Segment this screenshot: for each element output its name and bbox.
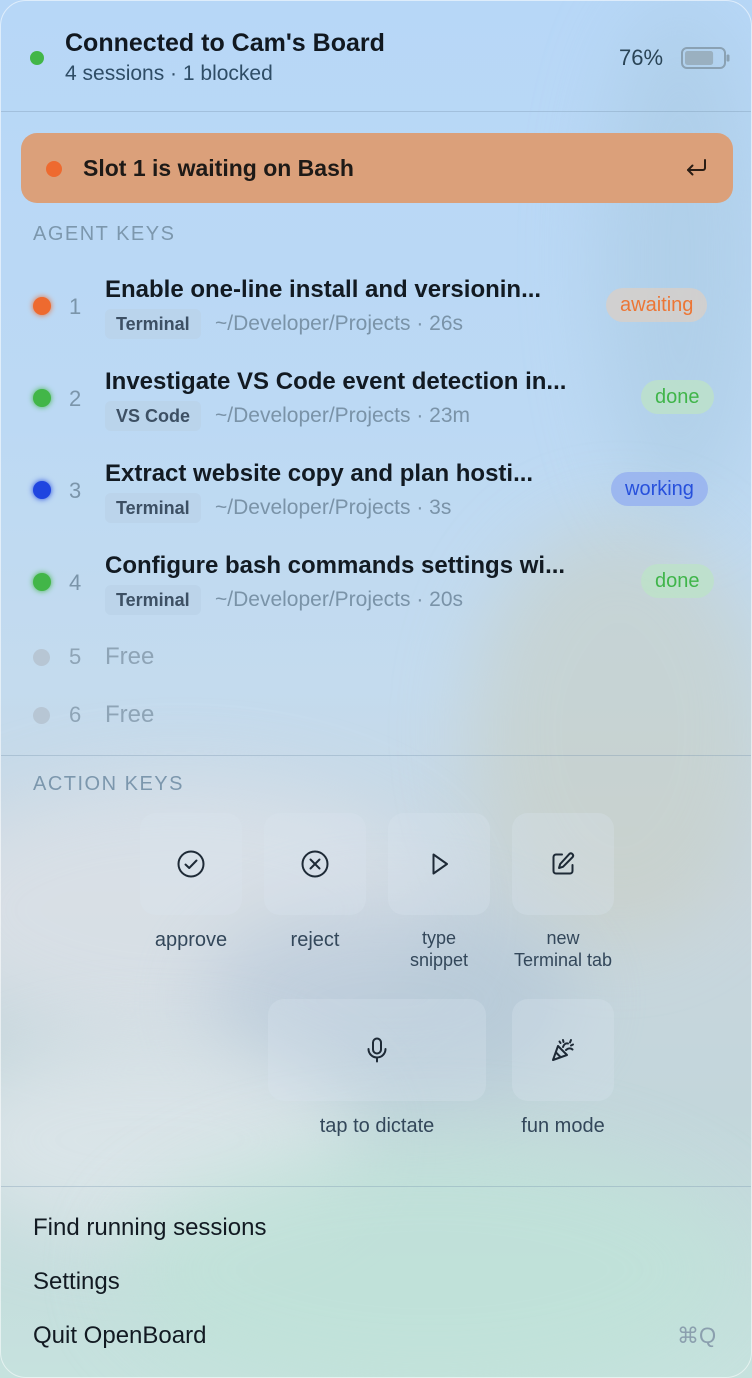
alert-text: Slot 1 is waiting on Bash	[83, 155, 354, 181]
slot-number: 3	[69, 478, 82, 503]
settings-menu-item[interactable]: Settings	[33, 1268, 120, 1296]
blocked-session-alert[interactable]: Slot 1 is waiting on Bash	[21, 133, 733, 203]
connection-status-dot	[30, 51, 44, 65]
agent-slot-1[interactable]: 1 Enable one-line install and versionin.…	[1, 276, 751, 364]
agent-slot-5[interactable]: 5 Free	[1, 643, 751, 673]
status-badge: done	[641, 564, 714, 598]
agent-slot-2[interactable]: 2 Investigate VS Code event detection in…	[1, 368, 751, 456]
session-title: Enable one-line install and versionin...	[105, 276, 542, 303]
agent-keys-divider	[1, 755, 751, 756]
slot-number: 4	[69, 570, 82, 595]
slot-number: 1	[69, 294, 82, 319]
return-icon	[687, 159, 706, 176]
x-circle-icon	[301, 850, 329, 878]
slot-status-dot	[33, 389, 51, 407]
tap-to-dictate-button[interactable]	[268, 999, 486, 1101]
play-icon	[432, 853, 448, 875]
agent-slot-6[interactable]: 6 Free	[1, 701, 751, 731]
header-divider	[1, 111, 751, 112]
session-title: Investigate VS Code event detection in..…	[105, 368, 567, 395]
slot-number: 6	[69, 702, 82, 727]
status-badge: awaiting	[606, 288, 708, 322]
microphone-icon	[367, 1037, 387, 1063]
slot-number: 2	[69, 386, 82, 411]
session-meta: ~/Developer/Projects · 26s	[215, 312, 464, 335]
connection-subtitle: 4 sessions · 1 blocked	[65, 62, 273, 85]
reject-button[interactable]	[264, 813, 366, 915]
slot-status-dot	[33, 707, 50, 724]
agent-slot-3[interactable]: 3 Extract website copy and plan hosti...…	[1, 460, 751, 548]
action-keys-label: ACTION KEYS	[33, 773, 184, 795]
quit-menu-item[interactable]: Quit OpenBoard	[33, 1322, 206, 1350]
slot-status-dot	[33, 297, 51, 315]
type-snippet-button[interactable]	[388, 813, 490, 915]
free-slot-label: Free	[105, 643, 155, 670]
new-terminal-tab-button[interactable]	[512, 813, 614, 915]
fun-mode-button[interactable]	[512, 999, 614, 1101]
session-meta: ~/Developer/Projects · 3s	[215, 496, 452, 519]
session-title: Configure bash commands settings wi...	[105, 552, 566, 579]
slot-number: 5	[69, 644, 82, 669]
connection-title: Connected to Cam's Board	[65, 29, 385, 57]
edit-icon	[552, 852, 575, 875]
approve-button[interactable]	[140, 813, 242, 915]
slot-status-dot	[33, 649, 50, 666]
session-meta: ~/Developer/Projects · 20s	[215, 588, 464, 611]
new-terminal-tab-label: new Terminal tab	[513, 928, 613, 970]
battery-icon	[681, 47, 730, 69]
party-popper-icon	[552, 1039, 574, 1061]
tap-to-dictate-label: tap to dictate	[319, 1115, 435, 1137]
app-badge: Terminal	[105, 493, 201, 523]
slot-status-dot	[33, 481, 51, 499]
session-title: Extract website copy and plan hosti...	[105, 460, 534, 487]
status-badge: done	[641, 380, 714, 414]
session-meta: ~/Developer/Projects · 23m	[215, 404, 471, 427]
app-badge: Terminal	[105, 309, 201, 339]
status-badge: working	[611, 472, 708, 506]
fun-mode-label: fun mode	[521, 1115, 605, 1137]
quit-shortcut: ⌘Q	[677, 1323, 717, 1348]
agent-keys-label: AGENT KEYS	[33, 223, 176, 245]
openboard-menu-panel: Connected to Cam's Board 4 sessions · 1 …	[0, 0, 752, 1378]
agent-slot-4[interactable]: 4 Configure bash commands settings wi...…	[1, 552, 751, 640]
action-keys-divider	[1, 1186, 751, 1187]
check-circle-icon	[177, 850, 205, 878]
free-slot-label: Free	[105, 701, 155, 728]
app-badge: Terminal	[105, 585, 201, 615]
battery-percentage: 76%	[619, 45, 664, 70]
find-running-sessions-menu-item[interactable]: Find running sessions	[33, 1214, 266, 1242]
alert-status-dot	[46, 161, 62, 177]
slot-status-dot	[33, 573, 51, 591]
connection-header: Connected to Cam's Board 4 sessions · 1 …	[1, 1, 751, 111]
app-badge: VS Code	[105, 401, 202, 431]
